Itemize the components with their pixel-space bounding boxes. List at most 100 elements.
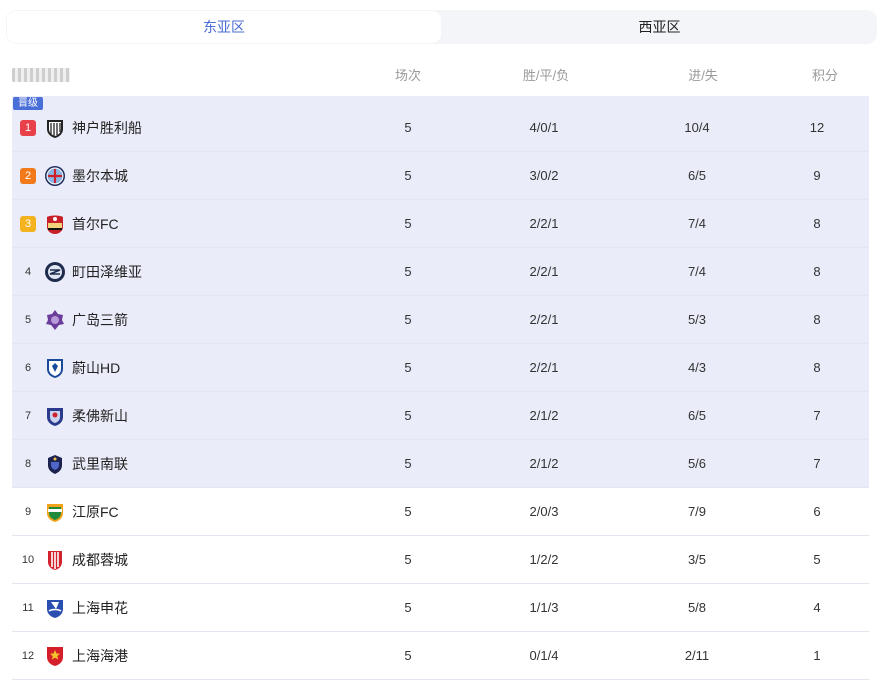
points: 9	[813, 168, 821, 183]
team-name[interactable]: 武里南联	[72, 440, 128, 488]
rank-number: 3	[20, 216, 36, 232]
win-draw-loss: 2/0/3	[529, 504, 559, 519]
goals-for-against: 5/6	[687, 456, 707, 471]
tab-east-asia[interactable]: 东亚区	[7, 11, 441, 43]
matches-played: 5	[404, 312, 412, 327]
header-played: 场次	[394, 68, 421, 83]
win-draw-loss: 0/1/4	[529, 648, 559, 663]
rank-number: 7	[24, 410, 32, 422]
matches-played: 5	[404, 408, 412, 423]
team-name[interactable]: 蔚山HD	[72, 344, 120, 392]
table-row[interactable]: 4 町田泽维亚 5 2/2/1 7/4 8	[12, 248, 869, 296]
gangwon-fc-crest-icon	[44, 501, 66, 523]
blurred-team-header	[12, 68, 70, 82]
matches-played: 5	[404, 456, 412, 471]
win-draw-loss: 2/2/1	[529, 216, 559, 231]
tab-west-asia[interactable]: 西亚区	[442, 10, 877, 44]
goals-for-against: 2/11	[684, 648, 710, 663]
points: 4	[813, 600, 821, 615]
goals-for-against: 7/4	[687, 264, 707, 279]
win-draw-loss: 2/2/1	[529, 312, 559, 327]
rank-number: 9	[24, 506, 32, 518]
team-name[interactable]: 成都蓉城	[72, 536, 128, 584]
table-row[interactable]: 9 江原FC 5 2/0/3 7/9 6	[12, 488, 869, 536]
win-draw-loss: 2/1/2	[529, 456, 559, 471]
team-name[interactable]: 江原FC	[72, 488, 119, 536]
matches-played: 5	[404, 552, 412, 567]
goals-for-against: 6/5	[687, 168, 707, 183]
team-name[interactable]: 上海申花	[72, 584, 128, 632]
goals-for-against: 5/3	[687, 312, 707, 327]
goals-for-against: 7/4	[687, 216, 707, 231]
rank-number: 12	[21, 650, 35, 662]
win-draw-loss: 3/0/2	[529, 168, 559, 183]
table-row[interactable]: 5 广岛三箭 5 2/2/1 5/3 8	[12, 296, 869, 344]
rank-number: 5	[24, 314, 32, 326]
table-row[interactable]: 12 上海海港 5 0/1/4 2/11 1	[12, 632, 869, 680]
win-draw-loss: 1/1/3	[529, 600, 559, 615]
points: 5	[813, 552, 821, 567]
table-row[interactable]: 1 神户胜利船 5 4/0/1 10/4 12	[12, 104, 869, 152]
matches-played: 5	[404, 168, 412, 183]
points: 6	[813, 504, 821, 519]
region-tabs: 东亚区 西亚区	[6, 10, 877, 44]
points: 8	[813, 360, 821, 375]
points: 8	[813, 312, 821, 327]
melbourne-city-crest-icon	[44, 165, 66, 187]
matches-played: 5	[404, 120, 412, 135]
matches-played: 5	[404, 600, 412, 615]
points: 1	[813, 648, 821, 663]
rank-number: 8	[24, 458, 32, 470]
win-draw-loss: 1/2/2	[529, 552, 559, 567]
rank-number: 4	[24, 266, 32, 278]
chengdu-rongcheng-crest-icon	[44, 549, 66, 571]
matches-played: 5	[404, 264, 412, 279]
vissel-kobe-crest-icon	[44, 117, 66, 139]
goals-for-against: 10/4	[684, 120, 710, 135]
win-draw-loss: 2/1/2	[529, 408, 559, 423]
fc-seoul-crest-icon	[44, 213, 66, 235]
matches-played: 5	[404, 648, 412, 663]
team-name[interactable]: 墨尔本城	[72, 152, 128, 200]
shanghai-port-crest-icon	[44, 645, 66, 667]
table-row[interactable]: 7 柔佛新山 5 2/1/2 6/5 7	[12, 392, 869, 440]
team-name[interactable]: 神户胜利船	[72, 104, 142, 152]
matches-played: 5	[404, 216, 412, 231]
table-row[interactable]: 10 成都蓉城 5 1/2/2 3/5 5	[12, 536, 869, 584]
team-name[interactable]: 上海海港	[72, 632, 128, 680]
win-draw-loss: 2/2/1	[529, 264, 559, 279]
header-wdl: 胜/平/负	[522, 68, 570, 83]
header-points: 积分	[811, 68, 838, 83]
points: 7	[813, 408, 821, 423]
goals-for-against: 5/8	[687, 600, 707, 615]
table-row[interactable]: 11 上海申花 5 1/1/3 5/8 4	[12, 584, 869, 632]
ulsan-hd-crest-icon	[44, 357, 66, 379]
johor-darul-tazim-crest-icon	[44, 405, 66, 427]
points: 8	[813, 216, 821, 231]
machida-zelvia-crest-icon	[44, 261, 66, 283]
header-goals: 进/失	[688, 68, 718, 83]
buriram-united-crest-icon	[44, 453, 66, 475]
goals-for-against: 3/5	[687, 552, 707, 567]
table-row[interactable]: 6 蔚山HD 5 2/2/1 4/3 8	[12, 344, 869, 392]
team-name[interactable]: 柔佛新山	[72, 392, 128, 440]
rank-number: 1	[20, 120, 36, 136]
table-row[interactable]: 8 武里南联 5 2/1/2 5/6 7	[12, 440, 869, 488]
table-header: 场次 胜/平/负 进/失 积分	[0, 56, 883, 96]
shanghai-shenhua-crest-icon	[44, 597, 66, 619]
goals-for-against: 7/9	[687, 504, 707, 519]
win-draw-loss: 2/2/1	[529, 360, 559, 375]
rank-number: 10	[21, 554, 35, 566]
rank-number: 11	[22, 602, 34, 614]
table-row[interactable]: 2 墨尔本城 5 3/0/2 6/5 9	[12, 152, 869, 200]
points: 12	[809, 120, 825, 135]
table-row[interactable]: 3 首尔FC 5 2/2/1 7/4 8	[12, 200, 869, 248]
points: 8	[813, 264, 821, 279]
team-name[interactable]: 町田泽维亚	[72, 248, 142, 296]
rank-number: 6	[24, 362, 32, 374]
matches-played: 5	[404, 504, 412, 519]
team-name[interactable]: 首尔FC	[72, 200, 119, 248]
team-name[interactable]: 广岛三箭	[72, 296, 128, 344]
goals-for-against: 6/5	[687, 408, 707, 423]
win-draw-loss: 4/0/1	[529, 120, 559, 135]
